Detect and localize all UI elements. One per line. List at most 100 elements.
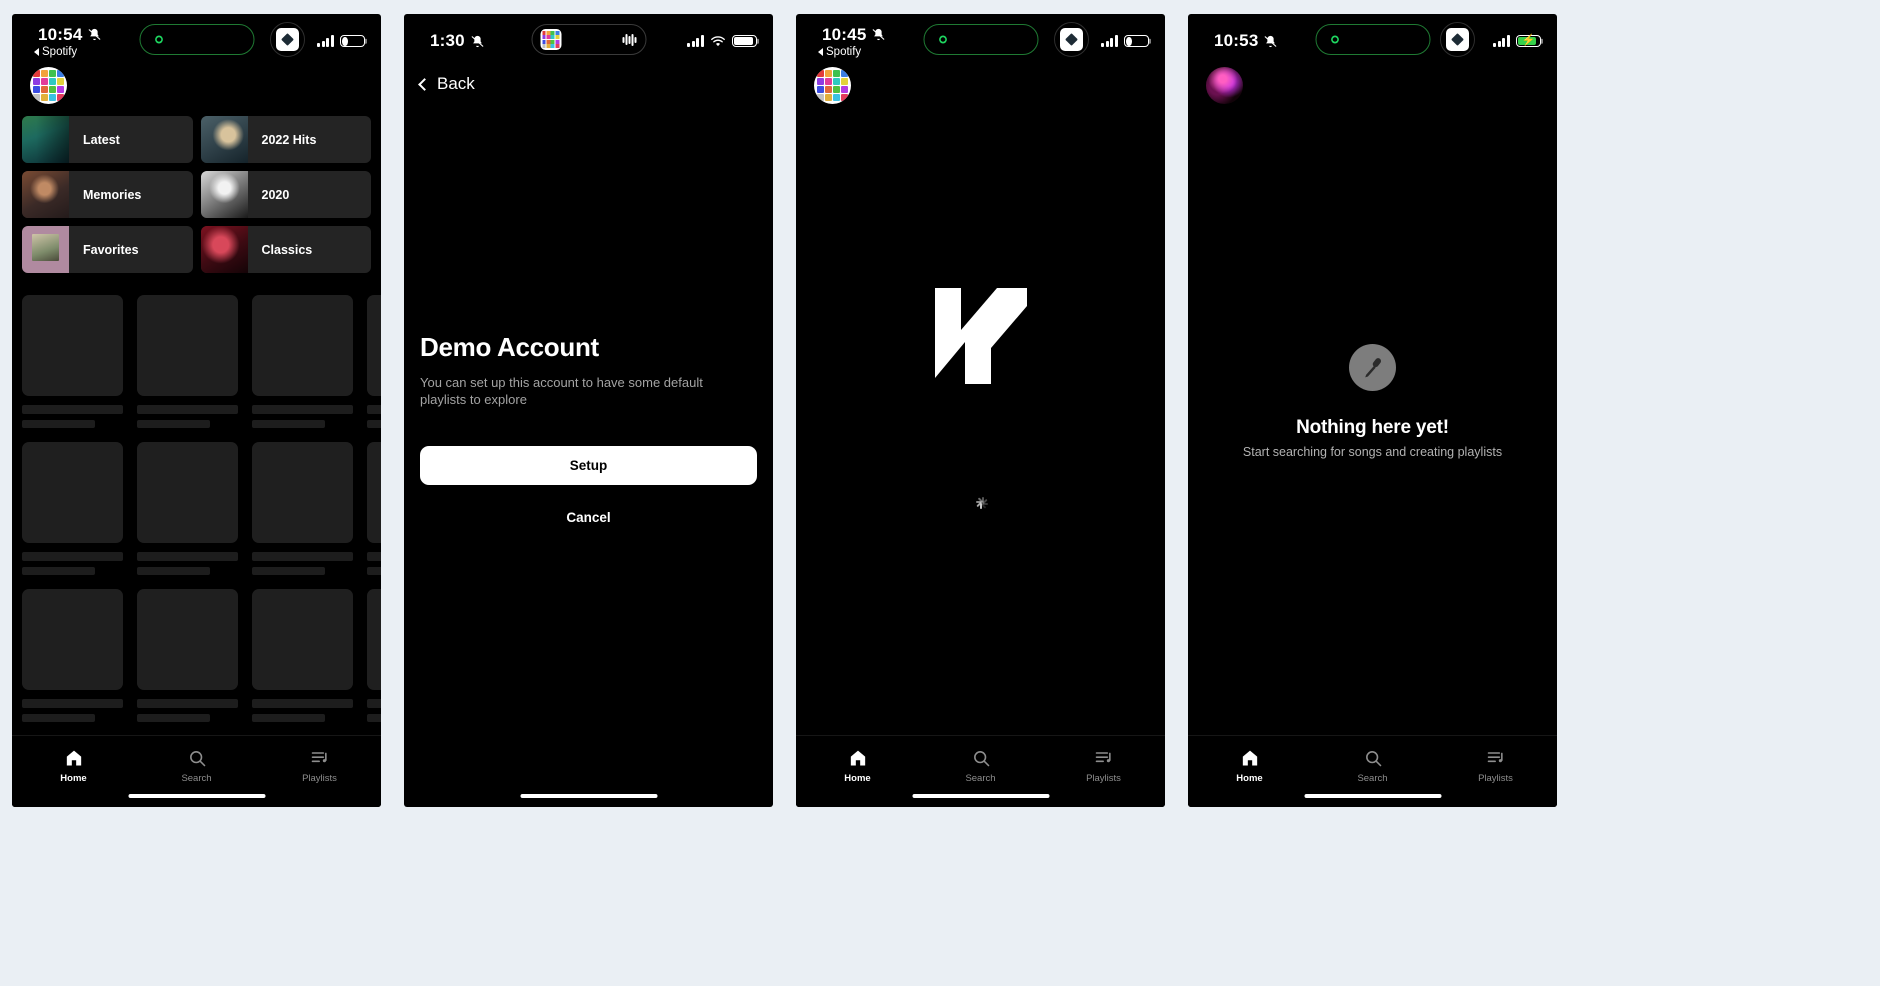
playlists-icon: [310, 748, 330, 768]
playlist-title: Memories: [83, 187, 142, 202]
search-icon: [971, 748, 991, 768]
bolt-icon: ⚡: [1521, 34, 1536, 47]
status-right: [317, 34, 369, 48]
tab-label: Search: [1357, 773, 1388, 784]
tab-home[interactable]: Home: [796, 748, 919, 807]
avatar-grid-art: [30, 67, 67, 104]
tab-search[interactable]: Search: [1311, 748, 1434, 807]
back-app-name: Spotify: [826, 45, 862, 58]
status-right: [1101, 34, 1153, 48]
tab-label: Home: [1236, 773, 1263, 784]
green-link-icon: [154, 35, 163, 44]
playlist-card[interactable]: Memories: [22, 171, 193, 218]
empty-state-title: Nothing here yet!: [1296, 417, 1449, 438]
phone-screen-demo-account: 1:30 Back Demo Account You can set up th…: [404, 14, 773, 807]
home-icon: [64, 748, 84, 768]
playlist-card[interactable]: Favorites: [22, 226, 193, 273]
audio-waveform-icon: [622, 33, 636, 46]
playlist-card[interactable]: 2022 Hits: [200, 116, 371, 163]
cellular-signal-icon: [1493, 35, 1510, 47]
avatar[interactable]: [814, 67, 851, 104]
bell-off-icon: [470, 34, 485, 49]
tab-playlists[interactable]: Playlists: [1434, 748, 1557, 807]
playlist-artwork: [200, 116, 248, 163]
playlist-card[interactable]: Classics: [200, 226, 371, 273]
tab-search[interactable]: Search: [919, 748, 1042, 807]
dynamic-island[interactable]: [923, 24, 1038, 55]
playlist-grid: Latest 2022 Hits Memories 2020 Favorites…: [12, 104, 381, 273]
tab-playlists[interactable]: Playlists: [1042, 748, 1165, 807]
playlist-row: Latest 2022 Hits: [22, 116, 371, 163]
tab-label: Search: [965, 773, 996, 784]
back-app-name: Spotify: [42, 45, 78, 58]
cellular-signal-icon: [1101, 35, 1118, 47]
app-switcher-pill[interactable]: [1440, 22, 1475, 57]
skeleton-item: [367, 442, 381, 575]
home-icon: [848, 748, 868, 768]
skeleton-item: [22, 295, 123, 428]
home-indicator: [912, 793, 1049, 798]
playlist-title: Latest: [83, 132, 120, 147]
green-link-icon: [938, 35, 947, 44]
skeleton-item: [252, 295, 353, 428]
tab-search[interactable]: Search: [135, 748, 258, 807]
app-mini-icon: [1060, 28, 1083, 51]
battery-charging-icon: ⚡: [1516, 34, 1541, 48]
app-mini-icon: [276, 28, 299, 51]
playlist-card[interactable]: 2020: [200, 171, 371, 218]
playlist-artwork: [200, 226, 248, 273]
empty-state: Nothing here yet! Start searching for so…: [1188, 344, 1557, 459]
back-to-app[interactable]: Spotify: [34, 46, 77, 58]
tab-label: Home: [60, 773, 87, 784]
playlist-artwork: [22, 116, 69, 163]
status-left: 1:30: [416, 31, 512, 51]
playlist-title: 2020: [261, 187, 290, 202]
avatar[interactable]: [30, 67, 67, 104]
search-icon: [187, 748, 207, 768]
cancel-button[interactable]: Cancel: [420, 502, 757, 532]
app-grid-icon: [540, 29, 561, 50]
app-mini-icon: [1446, 28, 1469, 51]
dynamic-island[interactable]: [139, 24, 254, 55]
cellular-signal-icon: [687, 35, 704, 47]
back-to-app[interactable]: Spotify: [818, 46, 861, 58]
chevron-left-icon: [418, 77, 431, 91]
status-bar: 1:30: [404, 14, 773, 62]
dynamic-island[interactable]: [1315, 24, 1430, 55]
tab-home[interactable]: Home: [12, 748, 135, 807]
dynamic-island[interactable]: [531, 24, 646, 55]
skeleton-row: [22, 295, 381, 428]
tab-playlists[interactable]: Playlists: [258, 748, 381, 807]
playlists-icon: [1094, 748, 1114, 768]
status-time: 10:45: [822, 24, 867, 44]
skeleton-item: [137, 442, 238, 575]
microphone-icon: [1349, 344, 1396, 391]
status-bar: 10:53 ⚡: [1188, 14, 1557, 62]
bell-off-icon: [871, 27, 886, 42]
status-right: [687, 34, 761, 48]
tab-bar: Home Search Playlists: [796, 735, 1165, 807]
tab-bar: Home Search Playlists: [1188, 735, 1557, 807]
screenshot-board: 10:54 Spotify Latest 2022 Hits Memories …: [0, 0, 1880, 986]
back-triangle-icon: [818, 47, 823, 56]
status-right: ⚡: [1493, 34, 1545, 48]
playlist-card[interactable]: Latest: [22, 116, 193, 163]
tab-label: Search: [181, 773, 212, 784]
status-left: 10:54 Spotify: [24, 25, 120, 58]
avatar[interactable]: [1206, 67, 1243, 104]
app-switcher-pill[interactable]: [270, 22, 305, 57]
home-icon: [1240, 748, 1260, 768]
status-bar: 10:45 Spotify: [796, 14, 1165, 62]
loading-skeleton-grid: [12, 281, 381, 722]
empty-state-subtitle: Start searching for songs and creating p…: [1242, 445, 1503, 459]
tab-label: Playlists: [1478, 773, 1513, 784]
skeleton-item: [137, 295, 238, 428]
tab-home[interactable]: Home: [1188, 748, 1311, 807]
back-button[interactable]: Back: [404, 62, 773, 94]
skeleton-item: [22, 589, 123, 722]
skeleton-item: [137, 589, 238, 722]
status-time: 10:54: [38, 24, 83, 44]
app-switcher-pill[interactable]: [1054, 22, 1089, 57]
skeleton-row: [22, 589, 381, 722]
setup-button[interactable]: Setup: [420, 446, 757, 486]
